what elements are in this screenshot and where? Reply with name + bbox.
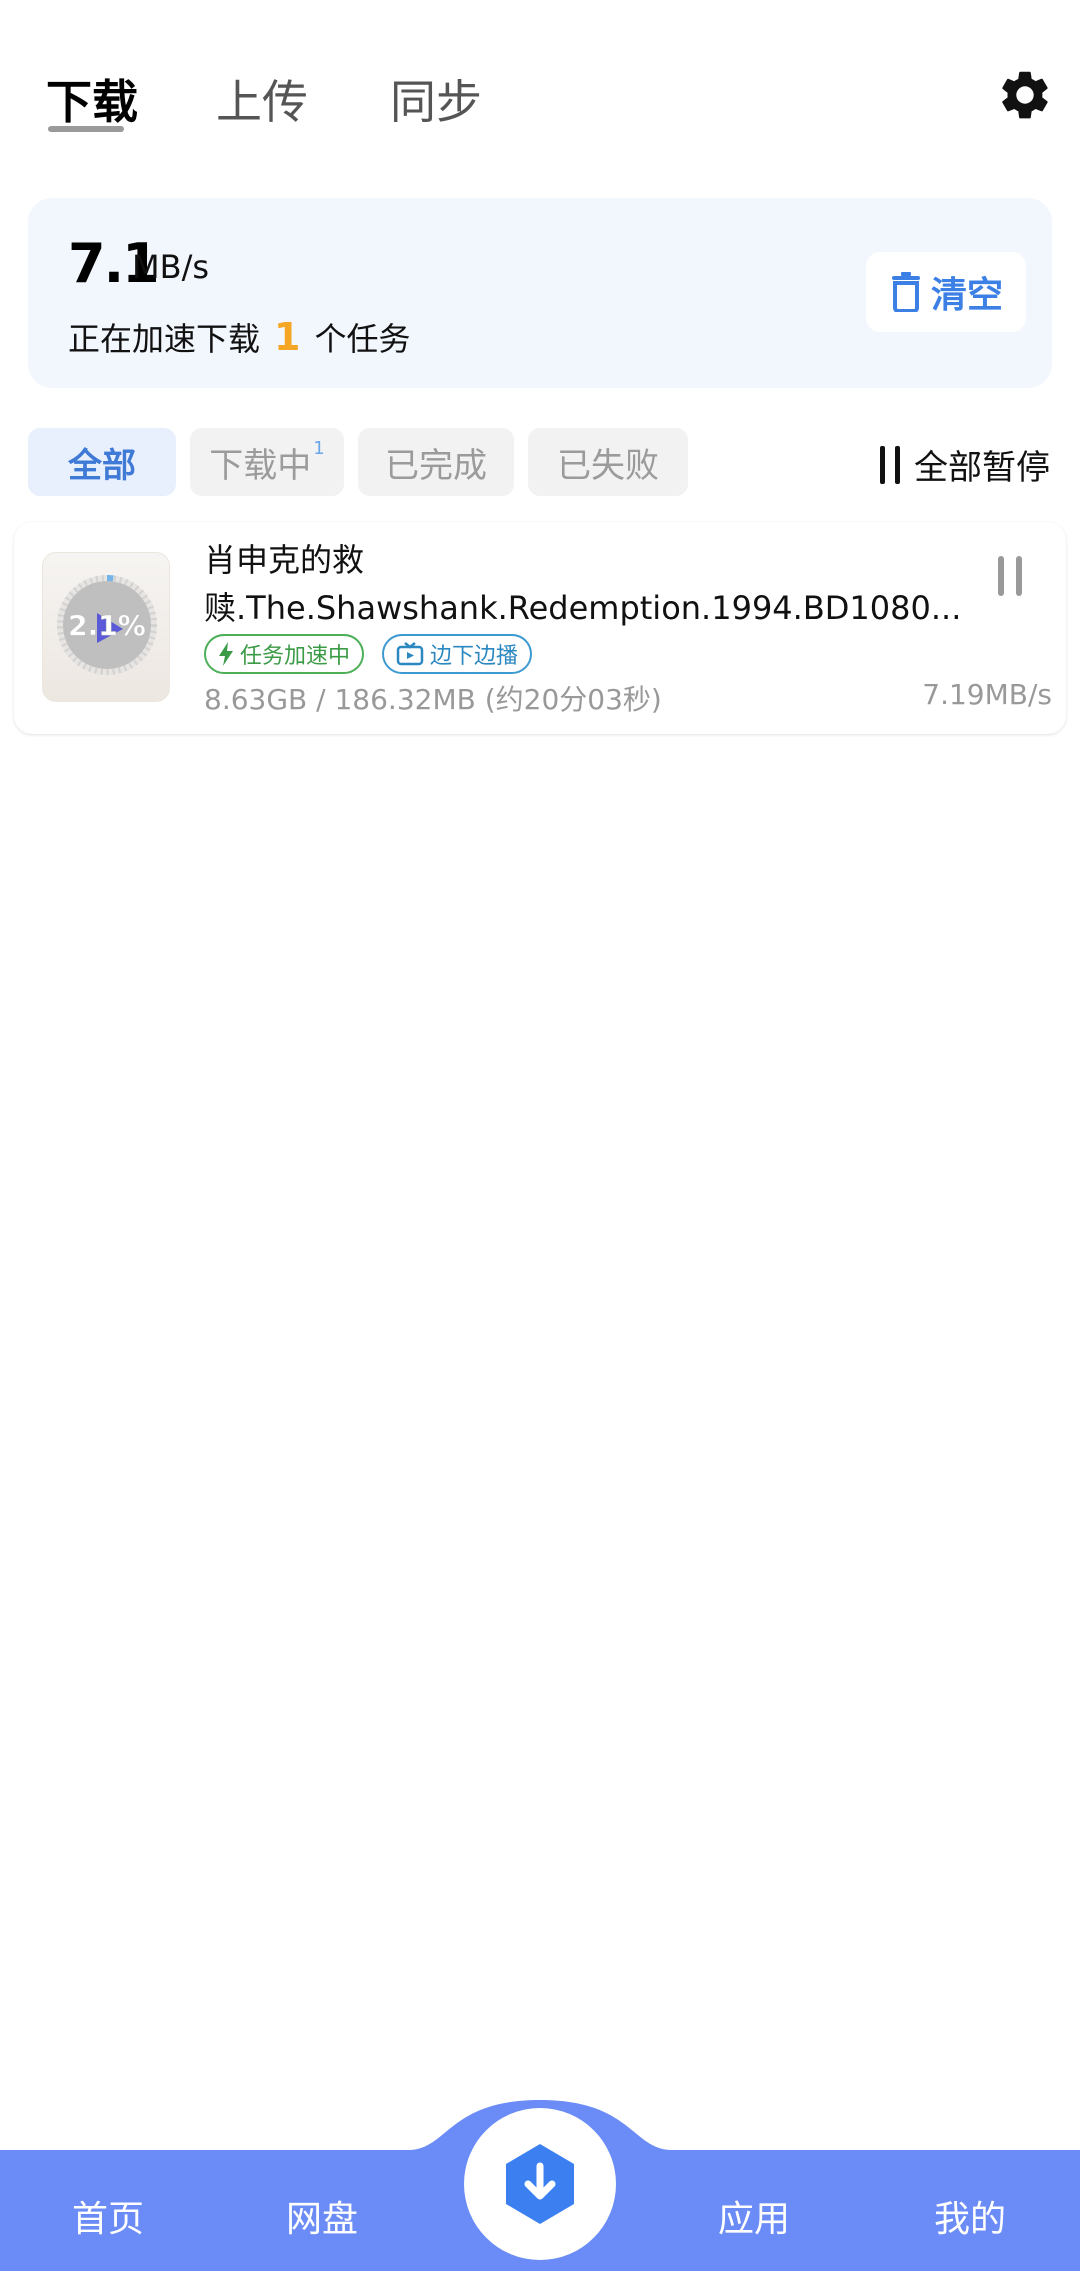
tab-sync[interactable]: 同步 bbox=[390, 66, 482, 132]
filter-completed-label: 已完成 bbox=[385, 445, 487, 486]
task-title-line1: 肖申克的救 bbox=[204, 541, 365, 579]
download-center-button[interactable] bbox=[464, 2108, 616, 2260]
nav-home[interactable]: 首页 bbox=[72, 2190, 144, 2242]
pause-all-label: 全部暂停 bbox=[914, 448, 1050, 488]
speed-description: 正在加速下载 1 个任务 bbox=[68, 314, 410, 360]
play-while-download-badge[interactable]: 边下边播 bbox=[382, 634, 533, 674]
download-arrow-icon bbox=[506, 2144, 574, 2224]
tv-icon bbox=[396, 642, 424, 666]
nav-cloud-disk[interactable]: 网盘 bbox=[286, 2190, 358, 2242]
speed-unit: MB/s bbox=[132, 248, 210, 286]
trash-icon bbox=[891, 272, 920, 312]
downloading-count-badge: 1 bbox=[313, 438, 325, 459]
active-tab-indicator bbox=[48, 126, 124, 132]
clear-button[interactable]: 清空 bbox=[866, 252, 1026, 332]
speed-desc-prefix: 正在加速下载 bbox=[68, 320, 261, 358]
pause-all-button[interactable]: 全部暂停 bbox=[880, 440, 1050, 489]
tab-upload[interactable]: 上传 bbox=[216, 66, 308, 132]
task-size-progress: 8.63GB / 186.32MB (约20分03秒) bbox=[204, 683, 662, 716]
filter-all[interactable]: 全部 bbox=[28, 428, 176, 496]
play-badge-label: 边下边播 bbox=[430, 644, 519, 669]
boost-badge: 任务加速中 bbox=[204, 634, 365, 674]
boost-badge-label: 任务加速中 bbox=[240, 644, 351, 669]
lightning-icon bbox=[219, 642, 233, 666]
progress-ring: 2.1% bbox=[57, 575, 157, 675]
clear-label: 清空 bbox=[930, 275, 1003, 316]
speed-desc-suffix: 个任务 bbox=[314, 320, 411, 358]
download-task-item[interactable]: 2.1% 肖申克的救 赎.The.Shawshank.Redemption.19… bbox=[14, 522, 1066, 734]
task-count: 1 bbox=[274, 315, 301, 359]
pause-icon bbox=[998, 556, 1004, 596]
filter-downloading-label: 下载中 bbox=[209, 445, 312, 486]
filter-downloading[interactable]: 下载中 1 bbox=[190, 428, 344, 496]
task-title-line2: 赎.The.Shawshank.Redemption.1994.BD1080..… bbox=[204, 589, 962, 627]
nav-me[interactable]: 我的 bbox=[934, 2190, 1006, 2242]
top-tab-bar: 下载 上传 同步 bbox=[0, 0, 1080, 160]
task-title: 肖申克的救 赎.The.Shawshank.Redemption.1994.BD… bbox=[204, 536, 984, 632]
task-pause-button[interactable] bbox=[998, 556, 1022, 596]
filter-failed[interactable]: 已失败 bbox=[528, 428, 688, 496]
gear-icon[interactable] bbox=[996, 66, 1054, 124]
task-speed: 7.19MB/s bbox=[922, 678, 1052, 711]
nav-apps[interactable]: 应用 bbox=[718, 2190, 790, 2242]
speed-summary-card: 7.1 MB/s 正在加速下载 1 个任务 清空 bbox=[28, 198, 1052, 388]
filter-completed[interactable]: 已完成 bbox=[358, 428, 514, 496]
filter-failed-label: 已失败 bbox=[557, 445, 659, 486]
task-progress-thumbnail: 2.1% bbox=[42, 552, 170, 702]
pause-icon bbox=[880, 445, 900, 484]
filter-all-label: 全部 bbox=[68, 445, 136, 486]
progress-percent-text: 2.1% bbox=[68, 609, 146, 642]
tab-download[interactable]: 下载 bbox=[46, 66, 138, 132]
